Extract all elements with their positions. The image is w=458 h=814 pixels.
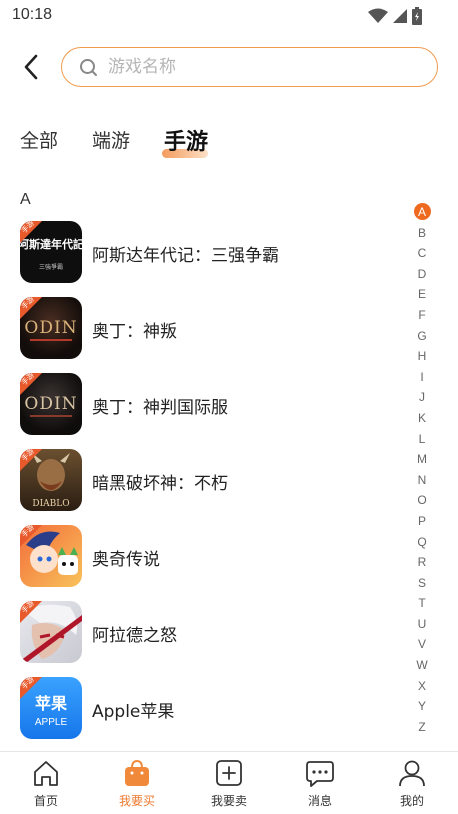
- game-name: 暗黑破坏神：不朽: [92, 474, 228, 494]
- home-icon: [34, 761, 58, 786]
- status-time: 10:18: [12, 6, 53, 23]
- search-box[interactable]: [61, 47, 438, 87]
- list-item[interactable]: ODIN 手游 奥丁：神叛: [0, 290, 400, 366]
- nav-profile[interactable]: 我的: [372, 752, 452, 814]
- alphabet-letter-x[interactable]: X: [412, 676, 432, 697]
- apple-recharge-icon: 苹果 APPLE 手游: [20, 677, 82, 739]
- game-name: Apple苹果: [92, 702, 175, 722]
- alphabet-letter-w[interactable]: W: [412, 655, 432, 676]
- icon-text: ODIN: [24, 318, 77, 338]
- asda-chronicles-icon: 阿斯達年代記 三強爭霸 手游: [20, 221, 82, 283]
- diablo-immortal-icon: DIABLO 手游: [20, 449, 82, 511]
- alphabet-letter-g[interactable]: G: [412, 326, 432, 347]
- alphabet-letter-d[interactable]: D: [412, 264, 432, 285]
- alphabet-letter-l[interactable]: L: [412, 429, 432, 450]
- icon-text: DIABLO: [32, 499, 69, 509]
- tab-all[interactable]: 全部: [20, 126, 58, 153]
- alphabet-index[interactable]: ABCDEFGHIJKLMNOPQRSTUVWXYZ: [412, 202, 432, 737]
- icon-subtext: 三強爭霸: [39, 263, 63, 271]
- wifi-icon: [368, 8, 388, 23]
- alphabet-letter-f[interactable]: F: [412, 305, 432, 326]
- search-input[interactable]: [108, 48, 418, 85]
- game-name: 阿拉德之怒: [92, 626, 177, 646]
- alphabet-letter-c[interactable]: C: [412, 243, 432, 264]
- status-icons: [368, 7, 422, 25]
- icon-subtext: APPLE: [35, 717, 68, 728]
- alphabet-letter-j[interactable]: J: [412, 387, 432, 408]
- signal-icon: [393, 9, 407, 23]
- alphabet-letter-n[interactable]: N: [412, 470, 432, 491]
- tab-mobile-games[interactable]: 手游: [164, 124, 208, 156]
- battery-icon: [412, 7, 422, 25]
- nav-sell[interactable]: 我要卖: [189, 752, 269, 814]
- chevron-left-icon: [24, 54, 38, 80]
- search-icon: [80, 59, 97, 76]
- alphabet-letter-o[interactable]: O: [412, 490, 432, 511]
- alphabet-letter-p[interactable]: P: [412, 511, 432, 532]
- message-bubble-icon: [306, 761, 334, 787]
- bottom-nav: 首页 我要买 我要卖 消息 我的: [0, 751, 458, 814]
- alphabet-letter-v[interactable]: V: [412, 634, 432, 655]
- alphabet-letter-a[interactable]: A: [412, 202, 432, 223]
- header: [0, 44, 458, 90]
- list-item[interactable]: ODIN 手游 奥丁：神判国际服: [0, 366, 400, 442]
- nav-label: 我的: [399, 794, 424, 808]
- alphabet-letter-k[interactable]: K: [412, 408, 432, 429]
- section-header-letter: A: [20, 191, 31, 208]
- list-item[interactable]: DIABLO 手游 暗黑破坏神：不朽: [0, 442, 400, 518]
- odin-global-icon: ODIN 手游: [20, 373, 82, 435]
- shopping-bag-icon: [125, 759, 149, 786]
- game-name: 奥奇传说: [92, 550, 160, 570]
- list-item[interactable]: 阿斯達年代記 三強爭霸 手游 阿斯达年代记：三强争霸: [0, 214, 400, 290]
- alphabet-letter-h[interactable]: H: [412, 346, 432, 367]
- alphabet-letter-i[interactable]: I: [412, 367, 432, 388]
- nav-label: 消息: [307, 794, 332, 808]
- list-item[interactable]: 手游 奥奇传说: [0, 518, 400, 594]
- list-item[interactable]: 手游 阿拉德之怒: [0, 594, 400, 670]
- tab-pc-games[interactable]: 端游: [92, 126, 130, 153]
- alphabet-letter-u[interactable]: U: [412, 614, 432, 635]
- nav-buy[interactable]: 我要买: [97, 752, 177, 814]
- alphabet-letter-z[interactable]: Z: [412, 717, 432, 738]
- odin-valhalla-rising-icon: ODIN 手游: [20, 297, 82, 359]
- alphabet-letter-b[interactable]: B: [412, 223, 432, 244]
- plus-square-icon: [216, 760, 242, 786]
- nav-label: 首页: [33, 794, 58, 808]
- alphabet-letter-y[interactable]: Y: [412, 696, 432, 717]
- user-icon: [399, 760, 425, 787]
- category-tabs: 全部 端游 手游: [0, 122, 458, 162]
- alphabet-letter-t[interactable]: T: [412, 593, 432, 614]
- alphabet-letter-r[interactable]: R: [412, 552, 432, 573]
- nav-messages[interactable]: 消息: [280, 752, 360, 814]
- alphabet-letter-m[interactable]: M: [412, 449, 432, 470]
- nav-label: 我要卖: [210, 794, 247, 808]
- aoqi-legend-icon: 手游: [20, 525, 82, 587]
- nav-label: 我要买: [118, 794, 155, 808]
- status-bar: 10:18: [0, 0, 458, 32]
- alphabet-letter-s[interactable]: S: [412, 573, 432, 594]
- game-name: 奥丁：神叛: [92, 322, 177, 342]
- alphabet-letter-e[interactable]: E: [412, 284, 432, 305]
- icon-text: ODIN: [24, 394, 77, 414]
- list-item[interactable]: 苹果 APPLE 手游 Apple苹果: [0, 670, 400, 746]
- back-button[interactable]: [16, 50, 46, 84]
- game-name: 奥丁：神判国际服: [92, 398, 228, 418]
- nav-home[interactable]: 首页: [6, 752, 86, 814]
- arad-wrath-icon: 手游: [20, 601, 82, 663]
- alphabet-letter-q[interactable]: Q: [412, 532, 432, 553]
- game-name: 阿斯达年代记：三强争霸: [92, 246, 279, 266]
